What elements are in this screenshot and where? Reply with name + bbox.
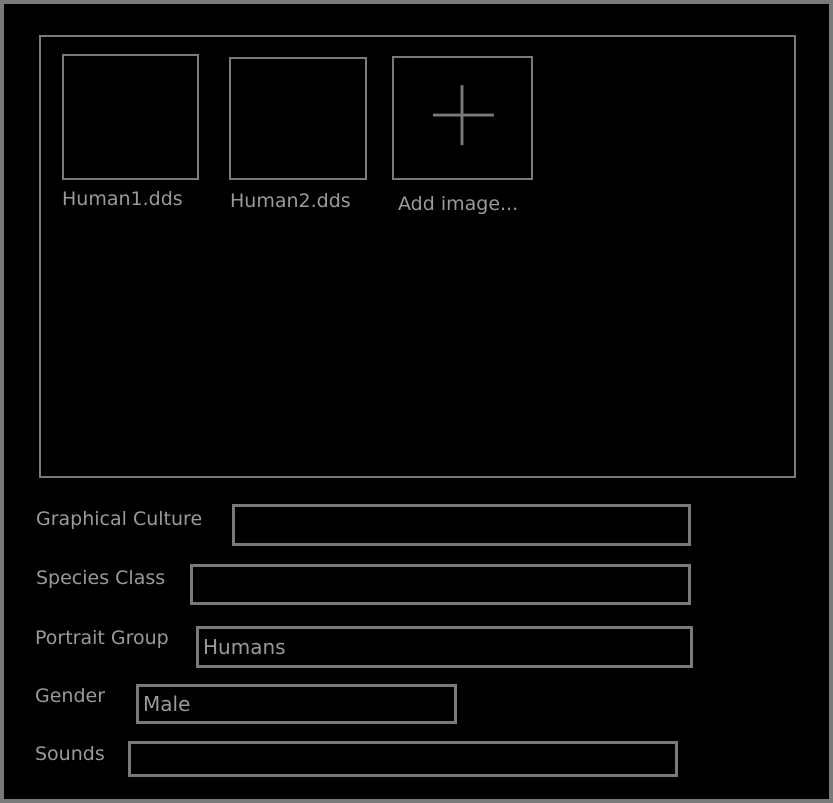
add-image-button[interactable] [392, 56, 533, 180]
portrait-group-label: Portrait Group [35, 627, 169, 649]
portrait-thumbnail-label[interactable]: Human1.dds [62, 188, 183, 210]
plus-icon [432, 85, 494, 146]
sounds-label: Sounds [35, 743, 105, 765]
species-editor-window: Human1.dds Human2.dds Add image... Graph… [0, 0, 833, 803]
graphical-culture-field[interactable] [232, 504, 691, 546]
portrait-gallery: Human1.dds Human2.dds Add image... [39, 35, 796, 478]
species-class-label: Species Class [36, 567, 166, 589]
species-class-field[interactable] [190, 564, 691, 605]
gender-label: Gender [35, 685, 106, 707]
portrait-thumbnail-human1[interactable] [62, 54, 199, 180]
add-image-label[interactable]: Add image... [398, 193, 518, 215]
portrait-thumbnail-label[interactable]: Human2.dds [230, 190, 351, 212]
portrait-group-field[interactable] [196, 626, 693, 668]
portrait-thumbnail-human2[interactable] [229, 57, 367, 180]
graphical-culture-label: Graphical Culture [36, 508, 203, 530]
sounds-field[interactable] [128, 741, 678, 777]
gender-field[interactable] [136, 684, 457, 724]
